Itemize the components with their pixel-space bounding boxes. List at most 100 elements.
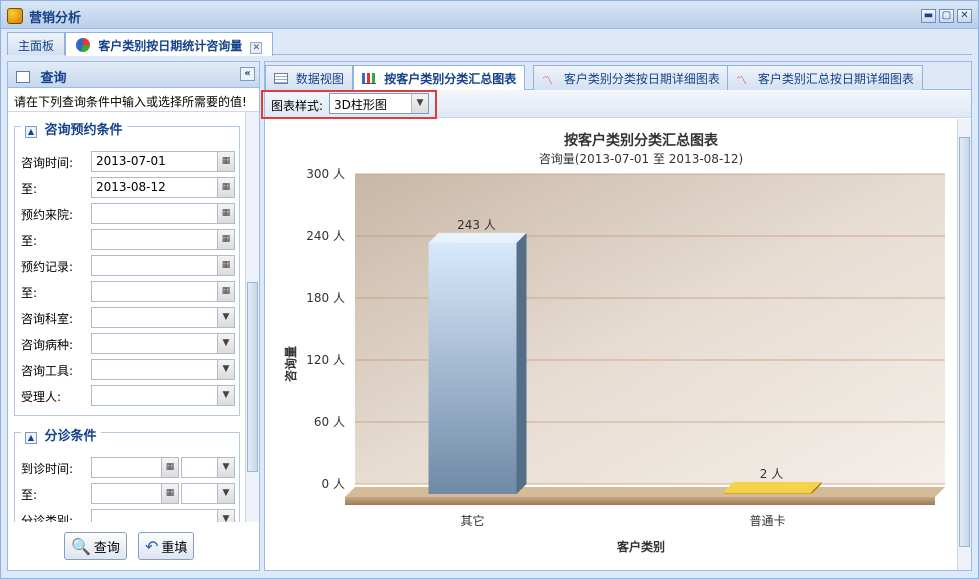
field-input[interactable]: 2013-07-01 ▦: [91, 151, 235, 172]
y-tick-label: 60 人: [314, 415, 345, 429]
main-tabstrip: 主面板 客户类别按日期统计咨询量 ✕: [7, 31, 972, 56]
scrollbar-thumb[interactable]: [247, 282, 258, 472]
field-label: 预约来院:: [21, 208, 74, 222]
field-label: 至:: [21, 182, 38, 196]
field-label: 咨询病种:: [21, 338, 74, 352]
field-input[interactable]: ▼: [91, 509, 235, 522]
query-panel: 查询 « 请在下列查询条件中输入或选择所需要的值! ▲ 咨询预约条件 咨询时间:…: [7, 61, 260, 571]
query-button[interactable]: 🔍 查询: [64, 532, 127, 560]
close-button[interactable]: ✕: [957, 9, 972, 23]
chevron-down-icon[interactable]: ▼: [217, 360, 234, 379]
field-input[interactable]: ▼: [91, 359, 235, 380]
triage-conditions-group: ▲ 分诊条件 到诊时间: ▦ ▼ 至: ▦ ▼ 分诊类别: ▼: [14, 425, 240, 522]
chevron-down-icon[interactable]: ▼: [217, 484, 234, 503]
time-input[interactable]: ▼: [181, 483, 235, 504]
calendar-icon[interactable]: ▦: [217, 282, 234, 301]
calendar-icon[interactable]: ▦: [217, 204, 234, 223]
chevron-down-icon[interactable]: ▼: [217, 308, 234, 327]
triage-conditions-legend[interactable]: ▲ 分诊条件: [21, 425, 101, 444]
chevron-down-icon[interactable]: ▼: [217, 510, 234, 522]
grid-icon: [274, 73, 288, 84]
field-value: 2013-08-12: [96, 180, 166, 194]
bar-1: [723, 491, 812, 494]
calendar-icon[interactable]: ▦: [217, 152, 234, 171]
form-row: 至: ▦: [19, 227, 235, 253]
y-tick-label: 240 人: [306, 229, 345, 243]
minimize-button[interactable]: ▬: [921, 9, 936, 23]
query-button-label: 查询: [93, 540, 120, 556]
tab-data-view[interactable]: 数据视图: [265, 65, 353, 90]
calendar-icon[interactable]: ▦: [217, 178, 234, 197]
field-input[interactable]: ▼: [91, 385, 235, 406]
bar-chart-icon: [362, 73, 376, 84]
field-input[interactable]: ▦: [91, 483, 179, 504]
field-input[interactable]: ▼: [91, 307, 235, 328]
calendar-icon[interactable]: ▦: [161, 484, 178, 503]
field-input[interactable]: ▦: [91, 457, 179, 478]
field-label: 咨询科室:: [21, 312, 74, 326]
reset-button[interactable]: ↶ 重填: [138, 532, 195, 560]
tab-category-summary-chart-label: 按客户类别分类汇总图表: [384, 72, 517, 86]
chevron-down-icon[interactable]: ▼: [217, 458, 234, 477]
field-value: 2013-07-01: [96, 154, 166, 168]
query-hint: 请在下列查询条件中输入或选择所需要的值!: [8, 88, 259, 112]
tab-category-summary-chart[interactable]: 按客户类别分类汇总图表: [353, 65, 526, 91]
line-chart-icon: 〽: [542, 74, 553, 87]
app-logo-icon: [7, 8, 23, 24]
chevron-down-icon[interactable]: ▼: [217, 386, 234, 405]
field-input[interactable]: ▦: [91, 281, 235, 302]
tab-customer-category-stats[interactable]: 客户类别按日期统计咨询量 ✕: [65, 32, 274, 56]
field-label: 预约记录:: [21, 260, 74, 274]
y-tick-label: 180 人: [306, 291, 345, 305]
field-label: 分诊类别:: [21, 514, 74, 522]
query-form-scroll: ▲ 咨询预约条件 咨询时间: 2013-07-01 ▦ 至: 2013-08-12 ▦ 预约…: [8, 112, 246, 522]
form-row: 至: ▦ ▼: [19, 481, 235, 507]
field-label: 咨询工具:: [21, 364, 74, 378]
calendar-icon[interactable]: ▦: [217, 256, 234, 275]
query-panel-header: 查询 «: [8, 62, 259, 88]
triage-conditions-title: 分诊条件: [44, 429, 97, 444]
collapse-up-icon[interactable]: ▲: [25, 126, 37, 138]
field-input[interactable]: ▦: [91, 255, 235, 276]
bar-side-0: [516, 232, 527, 494]
x-tick-label: 普通卡: [749, 514, 785, 528]
collapse-up-icon[interactable]: ▲: [25, 432, 37, 444]
tab-summary-by-date-chart[interactable]: 〽 客户类别汇总按日期详细图表: [727, 65, 923, 90]
pie-chart-icon: [76, 38, 90, 52]
calendar-icon[interactable]: ▦: [217, 230, 234, 249]
maximize-button[interactable]: ▢: [939, 9, 954, 23]
magnifier-icon: 🔍: [71, 536, 91, 556]
field-input[interactable]: 2013-08-12 ▦: [91, 177, 235, 198]
form-row: 分诊类别: ▼: [19, 507, 235, 522]
field-input[interactable]: ▼: [91, 333, 235, 354]
time-input[interactable]: ▼: [181, 457, 235, 478]
field-label: 咨询时间:: [21, 156, 74, 170]
form-row: 咨询病种: ▼: [19, 331, 235, 357]
undo-arrow-icon: ↶: [145, 536, 159, 556]
chart-title: 按客户类别分类汇总图表: [564, 132, 719, 149]
field-input[interactable]: ▦: [91, 203, 235, 224]
form-row: 受理人: ▼: [19, 383, 235, 409]
form-row: 预约记录: ▦: [19, 253, 235, 279]
calendar-icon[interactable]: ▦: [161, 458, 178, 477]
field-label: 到诊时间:: [21, 462, 74, 476]
reservation-conditions-legend[interactable]: ▲ 咨询预约条件: [21, 119, 127, 138]
tab-category-by-date-chart[interactable]: 〽 客户类别分类按日期详细图表: [533, 65, 729, 90]
value-label: 2 人: [760, 467, 783, 481]
query-form-scrollbar[interactable]: [245, 112, 259, 522]
collapse-panel-button[interactable]: «: [240, 67, 255, 81]
tab-customer-category-stats-label: 客户类别按日期统计咨询量: [98, 39, 243, 53]
bar-top-0: [428, 232, 527, 243]
title-bar: 营销分析 ▬ ▢ ✕: [1, 1, 978, 29]
field-label: 至:: [21, 234, 38, 248]
scrollbar-thumb[interactable]: [959, 137, 970, 547]
close-tab-icon[interactable]: ✕: [250, 42, 263, 54]
field-input[interactable]: ▦: [91, 229, 235, 250]
reset-button-label: 重填: [161, 540, 188, 556]
field-label: 至:: [21, 286, 38, 300]
form-row: 咨询科室: ▼: [19, 305, 235, 331]
tab-dashboard[interactable]: 主面板: [7, 32, 66, 55]
reservation-conditions-title: 咨询预约条件: [44, 123, 123, 138]
chevron-down-icon[interactable]: ▼: [217, 334, 234, 353]
chart-scrollbar[interactable]: [957, 119, 971, 570]
